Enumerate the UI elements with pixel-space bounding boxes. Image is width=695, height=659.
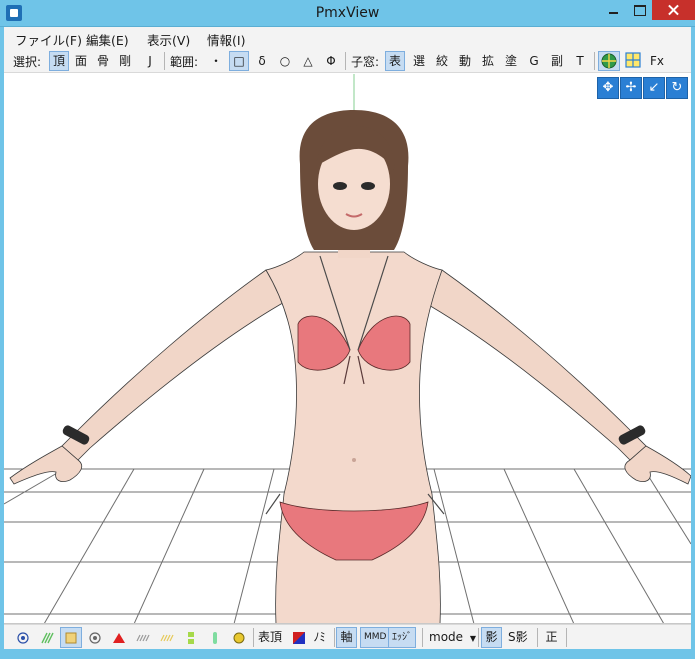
model-render[interactable] (4, 74, 691, 624)
mode-dropdown[interactable]: mode ▼ (426, 627, 479, 648)
fx-button[interactable]: Fx (647, 51, 667, 71)
triangle-display-button[interactable] (108, 627, 130, 648)
edge-toggle-button[interactable]: ｴｯｼﾞ (388, 627, 416, 648)
menu-bar: ファイル(F) 編集(E) 表示(V) 情報(I) (4, 27, 691, 49)
rotate-icon[interactable]: ↻ (666, 77, 688, 99)
dropdown-arrow-icon: ▼ (469, 634, 477, 643)
child-paint-button[interactable]: 塗 (501, 51, 521, 71)
shadow-toggle-button[interactable]: 影 (481, 627, 502, 648)
bottom-divider (253, 628, 254, 647)
grid-icon (625, 52, 641, 68)
minimize-icon[interactable] (600, 0, 626, 20)
face-display-button[interactable] (60, 627, 82, 648)
character-model (9, 110, 691, 623)
vertex-table-button[interactable]: 表頂 (255, 627, 285, 648)
render-grid-button[interactable] (622, 51, 644, 71)
select-bone-button[interactable]: 骨 (93, 51, 113, 71)
self-shadow-toggle-button[interactable]: S影 (505, 627, 531, 648)
range-label: 範囲: (170, 55, 199, 69)
bottom-toolbar: 表頂 ﾉﾐ 軸 MMD ｴｯｼﾞ mode ▼ 影 S影 正 (4, 624, 691, 649)
toolbar-divider (594, 52, 595, 70)
range-point-button[interactable]: ・ (206, 51, 226, 71)
maximize-icon[interactable] (626, 0, 652, 20)
title-bar: PmxView (0, 0, 695, 27)
child-scale-button[interactable]: 拡 (478, 51, 498, 71)
color-swatch-icon (292, 632, 305, 644)
bone-icon (188, 632, 194, 644)
morph-icon (233, 632, 245, 644)
axis-icon[interactable]: ↙ (643, 77, 665, 99)
edge-display-button[interactable] (36, 627, 58, 648)
morph-button[interactable]: ﾉﾐ (309, 627, 330, 648)
triangle-icon (113, 633, 125, 643)
child-move-button[interactable]: 動 (455, 51, 475, 71)
range-phi-button[interactable]: Φ (321, 51, 341, 71)
window-title: PmxView (315, 5, 380, 21)
menu-edit[interactable]: 編集(E) (86, 30, 129, 49)
center-display-button[interactable] (84, 627, 106, 648)
axis-toggle-button[interactable]: 軸 (336, 627, 357, 648)
face-icon (65, 632, 77, 644)
bone-display-button[interactable] (180, 627, 202, 648)
bottom-divider (566, 628, 567, 647)
edge-icon (41, 632, 54, 644)
vertex-display-button[interactable] (12, 627, 34, 648)
child-window-label: 子窓: (351, 55, 380, 69)
view-tools: ✥ ✢ ↙ ↻ (597, 77, 689, 99)
close-icon[interactable] (652, 0, 695, 20)
select-vertex-button[interactable]: 頂 (49, 51, 70, 71)
menu-file[interactable]: ファイル(F) (15, 30, 82, 49)
morph-display-button[interactable] (228, 627, 250, 648)
window-frame-bottom (0, 649, 695, 659)
vertex-icon (17, 632, 29, 644)
menu-view[interactable]: 表示(V) (147, 30, 190, 49)
bottom-divider (334, 628, 335, 647)
wire-icon (136, 634, 150, 642)
render-globe-button[interactable] (598, 51, 620, 71)
select-rigid-button[interactable]: 剛 (115, 51, 135, 71)
globe-icon (601, 53, 617, 69)
child-sub-button[interactable]: 副 (547, 51, 567, 71)
select-face-button[interactable]: 面 (71, 51, 91, 71)
color-swatch-button[interactable] (288, 627, 309, 648)
child-group-button[interactable]: G (524, 51, 544, 71)
bottom-divider (422, 628, 423, 647)
child-filter-button[interactable]: 絞 (432, 51, 452, 71)
select-joint-button[interactable]: J (140, 51, 160, 71)
wire-display-button[interactable] (132, 627, 154, 648)
3d-viewport[interactable]: ✥ ✢ ↙ ↻ (4, 74, 691, 624)
bone2-icon (213, 632, 217, 644)
toolbar-divider (345, 52, 346, 70)
menu-info[interactable]: 情報(I) (207, 30, 245, 49)
mode-label: mode (429, 630, 464, 644)
bottom-divider (537, 628, 538, 647)
child-select-button[interactable]: 選 (409, 51, 429, 71)
center-icon (89, 632, 101, 644)
bone2-display-button[interactable] (204, 627, 226, 648)
toolbar-divider (164, 52, 165, 70)
move-icon[interactable]: ✥ (597, 77, 619, 99)
range-circle-button[interactable]: ○ (275, 51, 295, 71)
bottom-divider (478, 628, 479, 647)
child-t-button[interactable]: T (570, 51, 590, 71)
range-delta-button[interactable]: δ (252, 51, 272, 71)
toolbar: 選択: 頂 面 骨 剛 J 範囲: ・ □ δ ○ △ Φ 子窓: 表 選 絞 … (4, 49, 691, 73)
child-table-button[interactable]: 表 (385, 51, 406, 71)
mmd-toggle-button[interactable]: MMD (360, 627, 391, 648)
wire2-icon (160, 634, 174, 642)
window-frame-right (691, 27, 695, 659)
range-box-button[interactable]: □ (229, 51, 249, 71)
select-label: 選択: (13, 55, 42, 69)
range-triangle-button[interactable]: △ (298, 51, 318, 71)
pan-icon[interactable]: ✢ (620, 77, 642, 99)
orthographic-toggle-button[interactable]: 正 (541, 627, 562, 648)
wire2-display-button[interactable] (156, 627, 178, 648)
